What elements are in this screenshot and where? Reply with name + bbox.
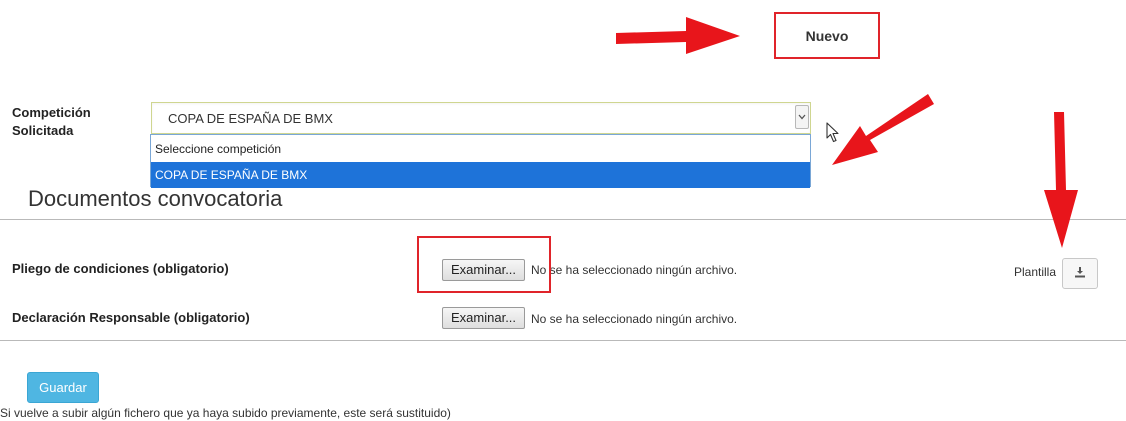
annotation-arrow (1044, 112, 1078, 248)
annotation-arrow (616, 17, 740, 54)
annotation-arrows (616, 17, 1078, 248)
annotation-arrow (832, 94, 934, 165)
